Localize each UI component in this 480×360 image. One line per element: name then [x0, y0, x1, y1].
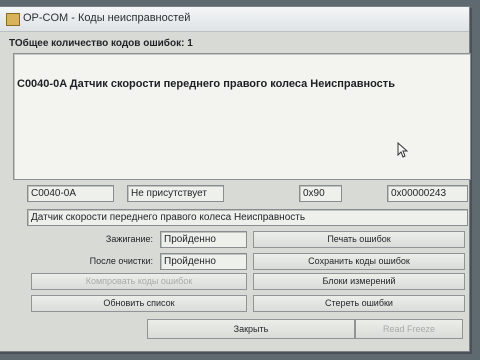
- measurement-blocks-button[interactable]: Блоки измерений: [253, 273, 465, 290]
- fault-code-field: C0040-0A: [27, 185, 114, 202]
- fault-list-item[interactable]: C0040-0A Датчик скорости переднего право…: [17, 78, 395, 90]
- print-errors-button[interactable]: Печать ошибок: [253, 231, 465, 248]
- window-title: OP-COM - Коды неисправностей: [23, 12, 191, 24]
- mouse-cursor-icon: [397, 142, 409, 158]
- refresh-list-button[interactable]: Обновить список: [31, 295, 247, 312]
- fault-status-field: Не присутствует: [127, 185, 224, 202]
- title-bar: OP-COM - Коды неисправностей: [0, 7, 469, 32]
- app-icon: [6, 13, 20, 26]
- after-clear-label: После очистки:: [89, 256, 153, 266]
- save-error-codes-button[interactable]: Сохранить коды ошибок: [253, 253, 465, 270]
- ignition-label: Зажигание:: [105, 234, 153, 244]
- close-button[interactable]: Закрыть: [147, 319, 355, 339]
- ignition-value-field: Пройденно: [160, 231, 247, 248]
- compare-codes-button[interactable]: Компровать коды ошибок: [31, 273, 247, 290]
- hex-short-field: 0x90: [299, 185, 342, 202]
- erase-errors-button[interactable]: Стереть ошибки: [253, 295, 465, 312]
- error-count-label: ТОбщее количество кодов ошибок: 1: [9, 38, 193, 49]
- after-clear-value-field: Пройденно: [160, 253, 247, 270]
- fault-codes-dialog: OP-COM - Коды неисправностей ТОбщее коли…: [0, 6, 471, 352]
- hex-long-field: 0x00000243: [387, 185, 468, 202]
- fault-description-field: Датчик скорости переднего правого колеса…: [27, 209, 468, 226]
- read-freeze-button[interactable]: Read Freeze: [355, 319, 463, 339]
- fault-list[interactable]: C0040-0A Датчик скорости переднего право…: [13, 53, 471, 180]
